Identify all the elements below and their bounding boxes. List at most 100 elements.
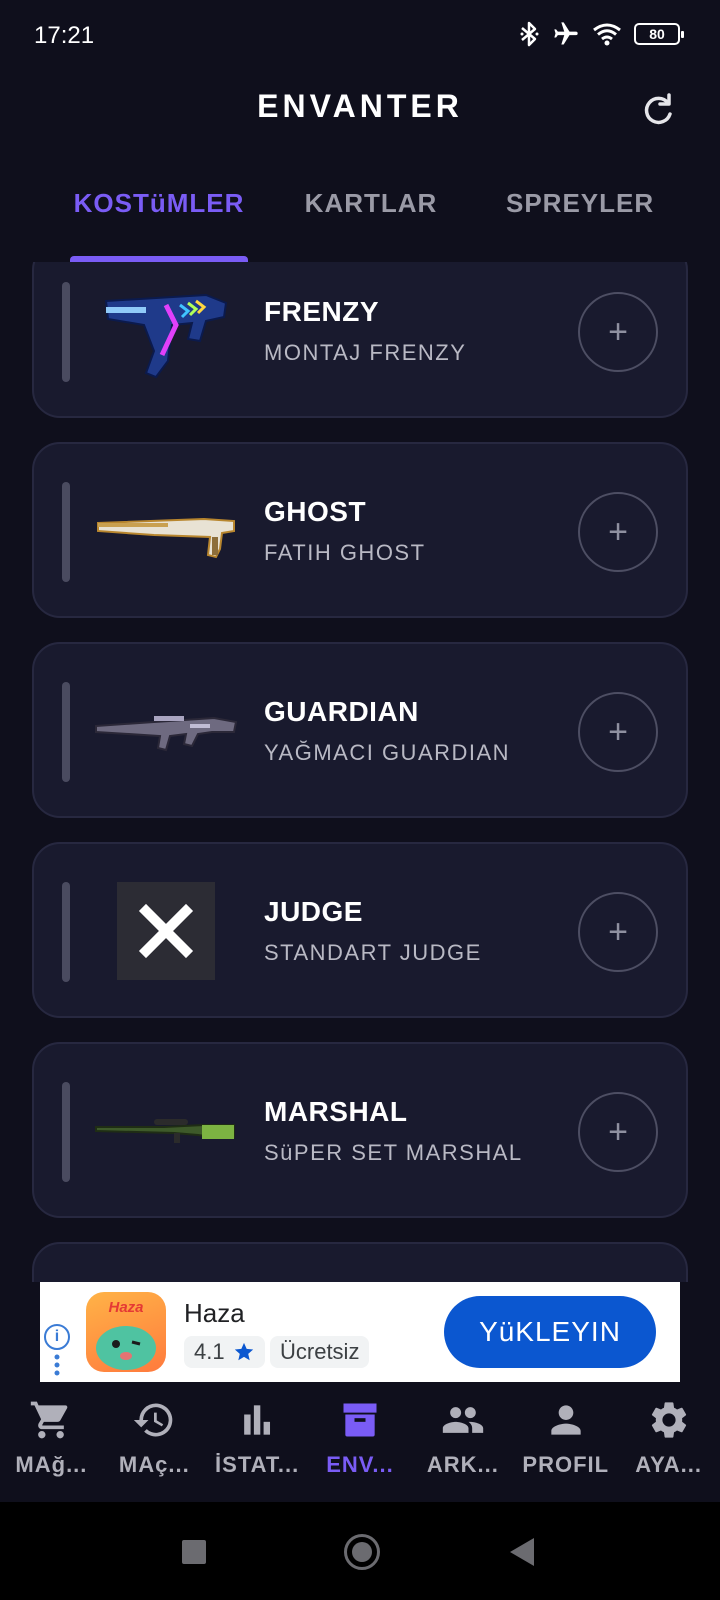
weapon-image (94, 672, 238, 790)
list-item[interactable]: GUARDIAN YAĞMACI GUARDIAN + (32, 642, 688, 818)
battery-level: 80 (649, 26, 665, 42)
star-icon (234, 1342, 253, 1361)
plus-icon: + (608, 1112, 628, 1151)
drag-handle[interactable] (62, 882, 70, 982)
weapon-name: MARSHAL (264, 1096, 408, 1127)
list-item[interactable]: MARSHAL SüPER SET MARSHAL + (32, 1042, 688, 1218)
weapon-image (94, 872, 238, 990)
nav-item-settings[interactable]: AYA... (617, 1390, 720, 1500)
refresh-icon[interactable] (640, 92, 676, 128)
weapon-name: GUARDIAN (264, 696, 419, 727)
add-button[interactable]: + (578, 292, 658, 372)
skin-list[interactable]: FRENZY MONTAJ FRENZY + GHOST FATIH GHOST… (0, 262, 720, 1282)
drag-handle[interactable] (62, 282, 70, 382)
add-button[interactable]: + (578, 1092, 658, 1172)
skin-name: YAĞMACI GUARDIAN (264, 740, 511, 765)
list-item[interactable] (32, 1242, 688, 1282)
list-item[interactable]: GHOST FATIH GHOST + (32, 442, 688, 618)
ad-banner[interactable]: i Haza Haza 4.1 Ücretsiz YüKLEYIN (40, 1282, 680, 1382)
ad-app-icon[interactable]: Haza (86, 1292, 166, 1372)
missing-image-placeholder (117, 882, 215, 980)
person-icon (551, 1405, 581, 1435)
nav-label: MAğ... (15, 1452, 88, 1477)
history-icon (134, 1403, 173, 1437)
tab-label: KARTLAR (304, 188, 438, 218)
list-item[interactable]: FRENZY MONTAJ FRENZY + (32, 262, 688, 418)
install-button[interactable]: YüKLEYIN (444, 1296, 656, 1368)
nav-item-friends[interactable]: ARK... (411, 1390, 514, 1500)
airplane-icon (554, 22, 578, 45)
ad-app-name: Haza (184, 1298, 245, 1328)
friends-icon (442, 1407, 484, 1433)
nav-label: İSTAT... (215, 1452, 300, 1477)
nav-item-stats[interactable]: İSTAT... (206, 1390, 309, 1500)
status-bar: 17:21 80 (0, 0, 720, 70)
category-tabs: KOSTüMLER KARTLAR SPREYLER (0, 188, 720, 262)
add-button[interactable]: + (578, 492, 658, 572)
stats-icon (244, 1405, 271, 1435)
ad-price-chip: Ücretsiz (270, 1336, 370, 1368)
ad-price: Ücretsiz (280, 1339, 360, 1364)
bluetooth-icon (520, 21, 539, 47)
wifi-icon (593, 23, 621, 46)
bottom-navigation: MAğ... MAç... İSTAT... ENV... ARK... PRO… (0, 1390, 720, 1500)
nav-item-profile[interactable]: PROFIL (514, 1390, 617, 1500)
battery-icon: 80 (634, 23, 684, 45)
add-button[interactable]: + (578, 692, 658, 772)
cactus-mascot-icon: Haza (96, 1299, 156, 1370)
drag-handle[interactable] (62, 482, 70, 582)
weapon-name: FRENZY (264, 296, 379, 327)
ad-rating-chip: 4.1 (184, 1336, 265, 1368)
add-button[interactable]: + (578, 892, 658, 972)
nav-label: ARK... (426, 1452, 499, 1477)
marshal-gun-icon (95, 1119, 235, 1143)
ad-options-icon[interactable] (54, 1354, 60, 1376)
list-item[interactable]: JUDGE STANDART JUDGE + (32, 842, 688, 1018)
ad-app-icon-text: Haza (108, 1299, 143, 1316)
inventory-screen: 17:21 80 ENVANTER KOSTüMLER KARTLAR SPRE… (0, 0, 720, 1600)
skin-name: FATIH GHOST (264, 540, 426, 565)
plus-icon: + (608, 712, 628, 751)
cart-icon (31, 1401, 68, 1439)
drag-handle[interactable] (62, 1082, 70, 1182)
tab-spreyler[interactable]: SPREYLER (506, 188, 653, 262)
settings-icon (651, 1402, 686, 1438)
nav-item-inventory[interactable]: ENV... (309, 1390, 412, 1500)
plus-icon: + (608, 312, 628, 351)
tab-label: KOSTüMLER (73, 188, 245, 218)
guardian-gun-icon (95, 716, 238, 752)
plus-icon: + (608, 912, 628, 951)
weapon-name: JUDGE (264, 896, 363, 927)
nav-label: PROFIL (522, 1452, 610, 1477)
ghost-gun-icon (97, 517, 235, 559)
home-button[interactable] (344, 1534, 380, 1570)
close-icon (138, 903, 194, 959)
nav-item-store[interactable]: MAğ... (0, 1390, 103, 1500)
nav-item-matches[interactable]: MAç... (103, 1390, 206, 1500)
tab-kartlar[interactable]: KARTLAR (304, 188, 438, 262)
drag-handle[interactable] (62, 682, 70, 782)
system-navigation-bar (0, 1502, 720, 1600)
skin-name: MONTAJ FRENZY (264, 340, 467, 365)
skin-name: SüPER SET MARSHAL (264, 1140, 523, 1165)
weapon-image (94, 1072, 238, 1190)
weapon-name: GHOST (264, 496, 367, 527)
frenzy-gun-icon (104, 293, 228, 379)
weapon-image (94, 272, 238, 390)
status-time: 17:21 (34, 22, 95, 49)
weapon-image (94, 472, 238, 590)
ad-rating: 4.1 (194, 1339, 225, 1364)
back-button[interactable] (510, 1538, 534, 1566)
nav-label: AYA... (635, 1452, 702, 1477)
nav-label: MAç... (118, 1452, 190, 1477)
tab-label: SPREYLER (506, 188, 655, 218)
plus-icon: + (608, 512, 628, 551)
tab-kostumler[interactable]: KOSTüMLER (70, 188, 248, 262)
ad-info-icon[interactable]: i (44, 1324, 70, 1350)
status-icons: 80 (518, 20, 684, 48)
page-title: ENVANTER (257, 88, 463, 124)
nav-label: ENV... (326, 1452, 394, 1477)
recents-button[interactable] (182, 1540, 206, 1564)
archive-icon (343, 1403, 377, 1437)
skin-name: STANDART JUDGE (264, 940, 482, 965)
